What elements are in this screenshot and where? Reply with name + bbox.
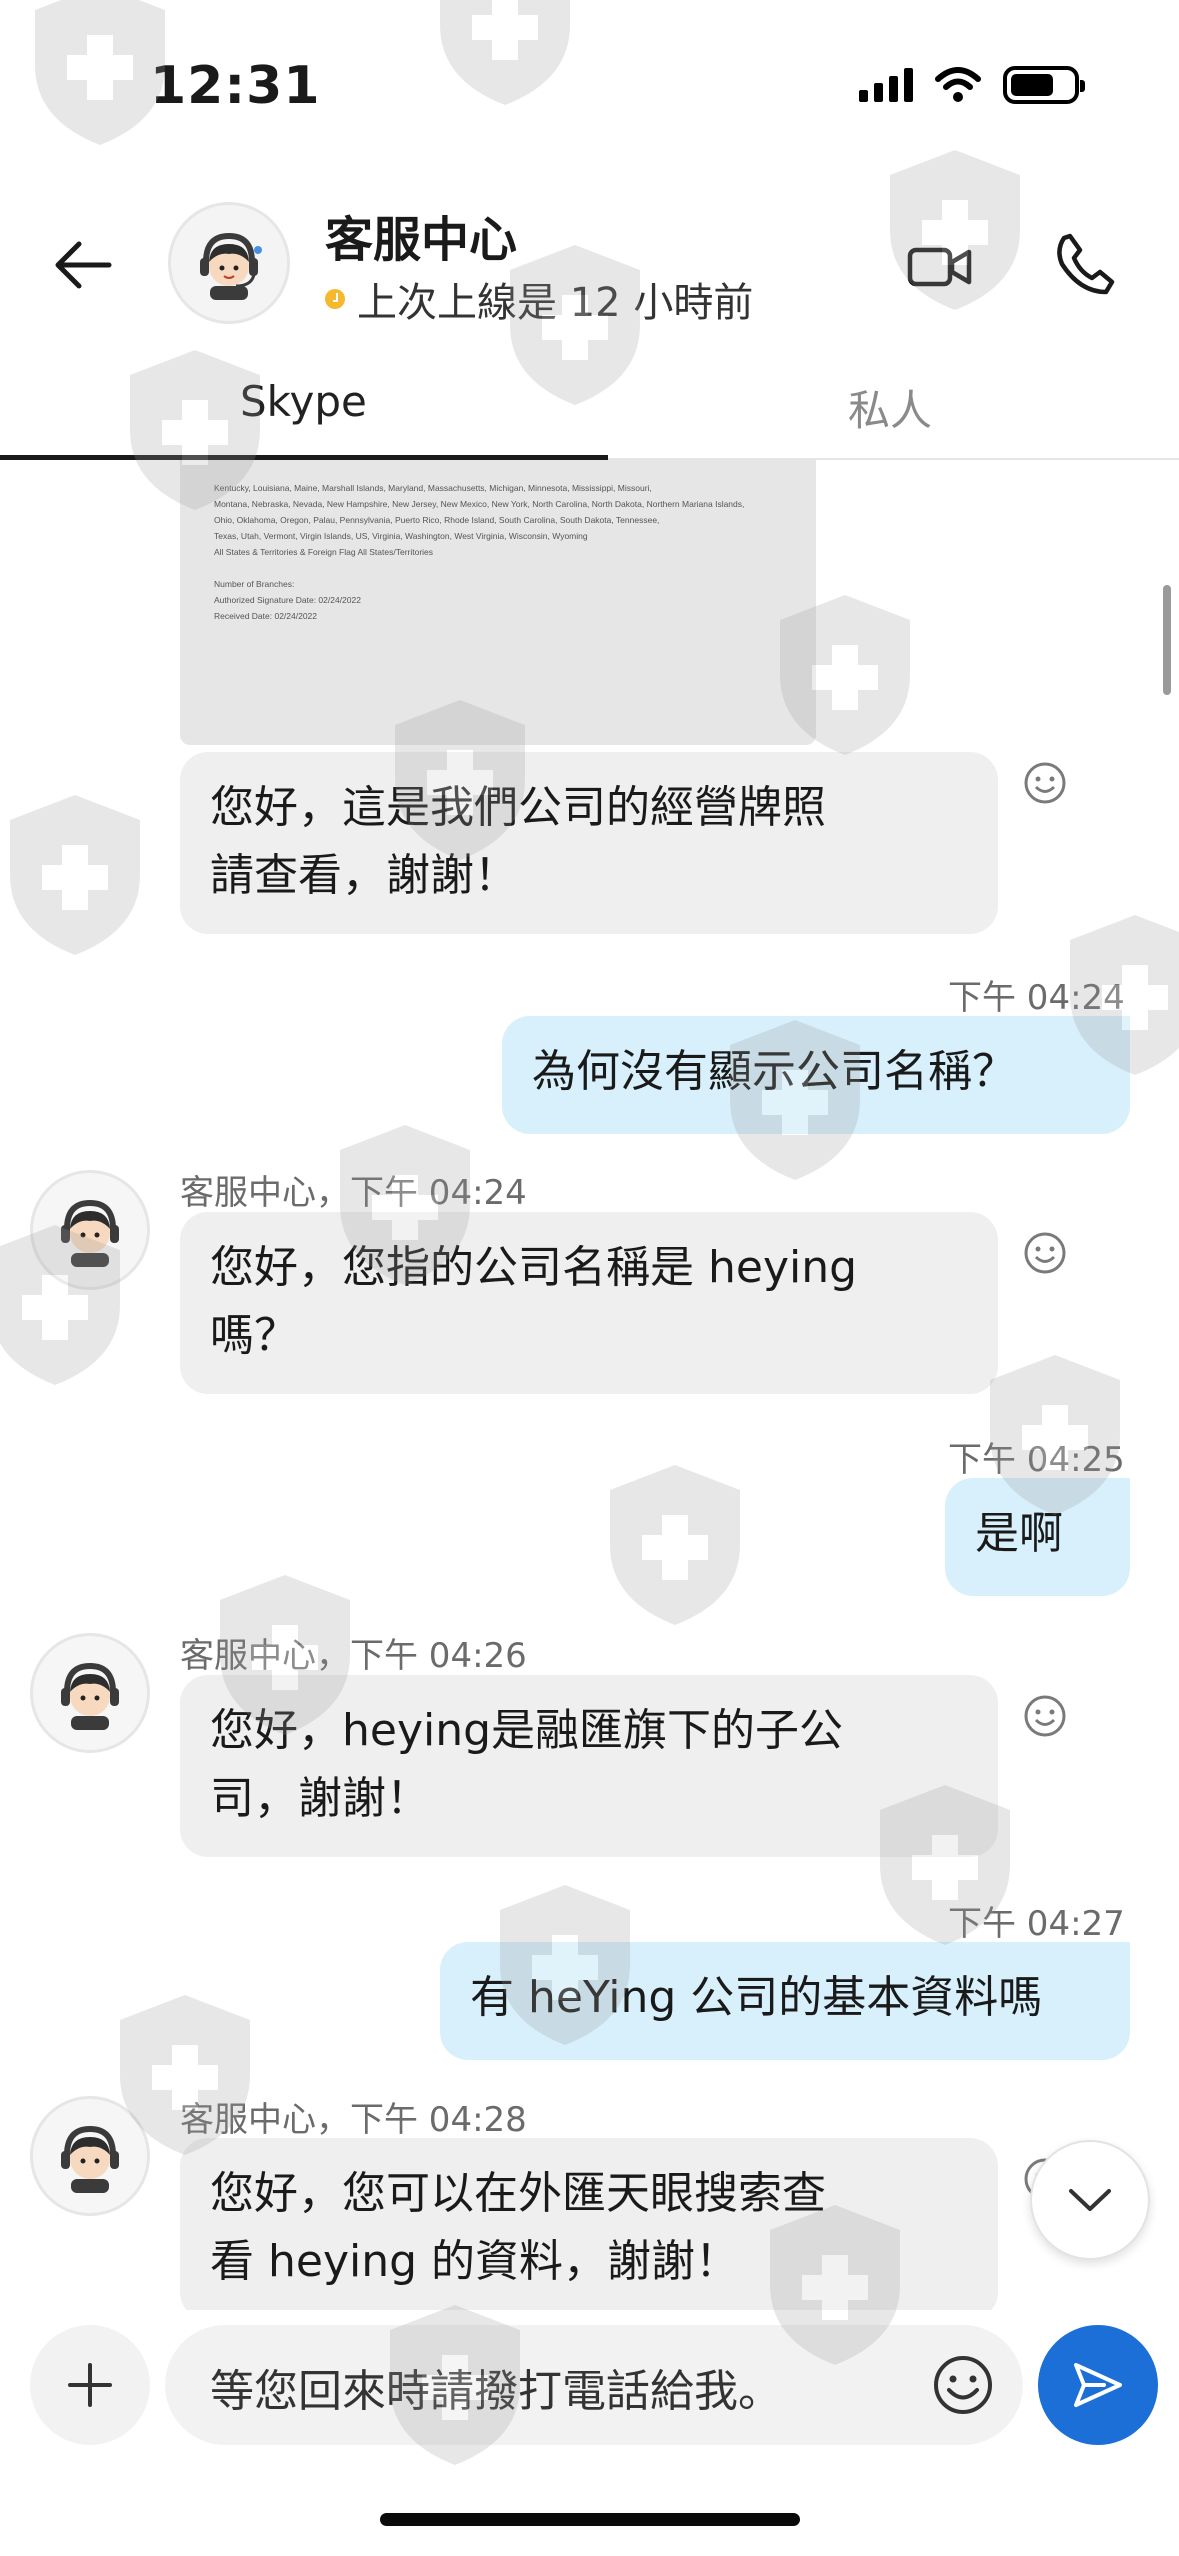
document-line: Number of Branches:: [214, 579, 295, 589]
home-indicator: [380, 2513, 800, 2526]
license-document-image[interactable]: Kentucky, Louisiana, Maine, Marshall Isl…: [180, 460, 816, 745]
status-time: 12:31: [150, 56, 321, 116]
document-line: Texas, Utah, Vermont, Virgin Islands, US…: [214, 531, 588, 541]
message-list[interactable]: Kentucky, Louisiana, Maine, Marshall Isl…: [0, 460, 1179, 2310]
sender-meta: 客服中心，下午 04:28: [180, 2100, 527, 2140]
document-line: Montana, Nebraska, Nevada, New Hampshire…: [214, 499, 745, 509]
message-timestamp: 下午 04:27: [948, 1904, 1125, 1944]
status-icons: [859, 66, 1085, 104]
document-line: Kentucky, Louisiana, Maine, Marshall Isl…: [214, 483, 652, 493]
message-text-line: 您好，您可以在外匯天眼搜索查: [210, 2168, 826, 2219]
agent-headset-avatar-icon: [200, 232, 262, 300]
document-line: Ohio, Oklahoma, Oregon, Palau, Pennsylva…: [214, 515, 660, 525]
emoji-icon[interactable]: [931, 2353, 995, 2417]
presence-status: 上次上線是 12 小時前: [325, 270, 753, 328]
message-input[interactable]: 等您回來時請撥打電話給我。: [165, 2325, 1023, 2445]
agent-headset-avatar-icon: [61, 2125, 119, 2193]
sender-meta: 客服中心，下午 04:26: [180, 1636, 527, 1676]
incoming-message-bubble[interactable]: 您好，heying是融匯旗下的子公 司，謝謝！: [180, 1675, 998, 1857]
document-line: Received Date: 02/24/2022: [214, 611, 318, 621]
message-text-line: 嗎？: [210, 1310, 298, 1361]
tab-skype[interactable]: Skype: [240, 377, 367, 426]
outgoing-message-bubble[interactable]: 為何沒有顯示公司名稱？: [502, 1016, 1130, 1134]
contact-name[interactable]: 客服中心: [325, 200, 517, 270]
arrow-left-icon: [55, 241, 112, 289]
message-text-line: 是啊: [975, 1508, 1063, 1559]
message-timestamp: 下午 04:24: [948, 978, 1125, 1018]
chat-header: 客服中心 上次上線是 12 小時前: [0, 170, 1179, 355]
message-timestamp: 下午 04:25: [948, 1440, 1125, 1480]
document-line: Authorized Signature Date: 02/24/2022: [214, 595, 361, 605]
send-icon: [1074, 2363, 1122, 2407]
chevron-down-icon: [1069, 2189, 1111, 2211]
video-call-button[interactable]: [905, 232, 975, 302]
sender-avatar[interactable]: [30, 1170, 150, 1290]
message-input-text: 等您回來時請撥打電話給我。: [210, 2366, 782, 2417]
battery-icon: [1003, 66, 1085, 104]
scrollbar-thumb[interactable]: [1163, 585, 1171, 695]
sender-avatar[interactable]: [30, 2096, 150, 2216]
message-text-line: 您好，heying是融匯旗下的子公: [210, 1705, 844, 1756]
presence-text: 上次上線是 12 小時前: [357, 280, 754, 326]
incoming-message-bubble[interactable]: 您好，這是我們公司的經營牌照 請查看，謝謝！: [180, 752, 998, 934]
outgoing-message-bubble[interactable]: 有 heYing 公司的基本資料嗎: [440, 1942, 1130, 2060]
back-button[interactable]: [48, 230, 118, 300]
wifi-icon: [935, 67, 981, 102]
cellular-signal-icon: [859, 68, 913, 102]
plus-icon: [68, 2363, 112, 2407]
message-text-line: 請查看，謝謝！: [210, 850, 518, 901]
sender-avatar[interactable]: [30, 1633, 150, 1753]
message-composer: 等您回來時請撥打電話給我。: [0, 2310, 1179, 2460]
outgoing-message-bubble[interactable]: 是啊: [945, 1478, 1130, 1596]
message-text-line: 您好，您指的公司名稱是 heying: [210, 1242, 858, 1293]
message-text-line: 您好，這是我們公司的經營牌照: [210, 782, 826, 833]
smiley-icon[interactable]: [1022, 760, 1068, 806]
document-line: All States & Territories & Foreign Flag …: [214, 547, 434, 557]
scroll-to-bottom-button[interactable]: [1030, 2140, 1150, 2260]
phone-icon: [1057, 233, 1115, 295]
video-camera-icon: [907, 247, 972, 287]
message-text-line: 為何沒有顯示公司名稱？: [532, 1046, 1016, 1097]
sender-meta: 客服中心，下午 04:24: [180, 1173, 527, 1213]
agent-headset-avatar-icon: [61, 1199, 119, 1267]
send-button[interactable]: [1038, 2325, 1158, 2445]
smiley-icon[interactable]: [1022, 1693, 1068, 1739]
add-attachment-button[interactable]: [30, 2325, 150, 2445]
message-text-line: 有 heYing 公司的基本資料嗎: [470, 1972, 1043, 2023]
contact-avatar[interactable]: [168, 202, 290, 324]
incoming-message-bubble[interactable]: 您好，您指的公司名稱是 heying 嗎？: [180, 1212, 998, 1394]
message-text-line: 看 heying 的資料，謝謝！: [210, 2236, 740, 2287]
tab-private[interactable]: 私人: [848, 377, 932, 438]
agent-headset-avatar-icon: [61, 1662, 119, 1730]
status-bar: 12:31: [0, 0, 1179, 170]
chat-tabs: Skype 私人: [0, 355, 1179, 460]
audio-call-button[interactable]: [1050, 228, 1120, 298]
away-status-icon: [325, 289, 345, 309]
incoming-message-bubble[interactable]: 您好，您可以在外匯天眼搜索查 看 heying 的資料，謝謝！: [180, 2138, 998, 2310]
message-text-line: 司，謝謝！: [210, 1773, 430, 1824]
smiley-icon[interactable]: [1022, 1230, 1068, 1276]
